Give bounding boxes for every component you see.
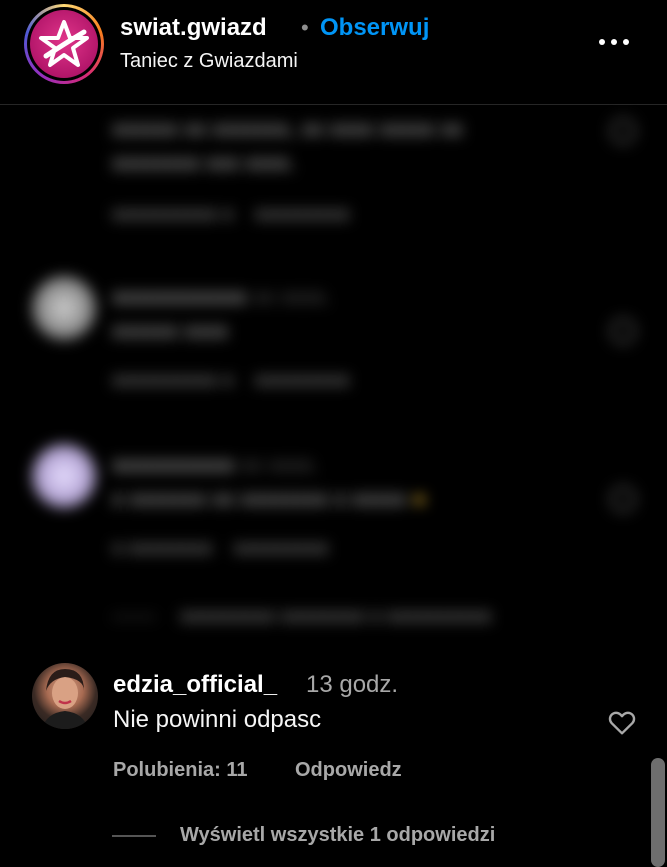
blurred-comments: xxxxxx xx xxxxxxx, xx xxxx xxxxx xx xxxx…: [0, 106, 667, 651]
account-username[interactable]: swiat.gwiazd: [120, 14, 267, 42]
more-options-icon[interactable]: [596, 30, 632, 54]
reply-button[interactable]: Odpowiedz: [295, 759, 402, 782]
separator-dot: •: [301, 15, 309, 40]
heart-icon[interactable]: [606, 706, 638, 738]
comment-text: Nie powinni odpasc: [113, 706, 322, 733]
comment-timestamp: 13 godz.: [306, 671, 399, 698]
replies-divider: [112, 835, 156, 837]
scrollbar-thumb[interactable]: [651, 758, 665, 867]
view-replies-button[interactable]: Wyświetl wszystkie 1 odpowiedzi: [180, 824, 495, 847]
comment-likes[interactable]: Polubienia: 11: [113, 759, 247, 782]
profile-avatar[interactable]: [24, 4, 104, 84]
post-subtitle: Taniec z Gwiazdami: [120, 50, 298, 72]
comment-username[interactable]: edzia_official_: [113, 671, 277, 699]
commenter-avatar[interactable]: [32, 663, 98, 729]
follow-button[interactable]: Obserwuj: [320, 14, 429, 42]
post-header: swiat.gwiazd • Obserwuj Taniec z Gwiazda…: [0, 0, 667, 105]
star-logo-icon: [30, 10, 98, 78]
